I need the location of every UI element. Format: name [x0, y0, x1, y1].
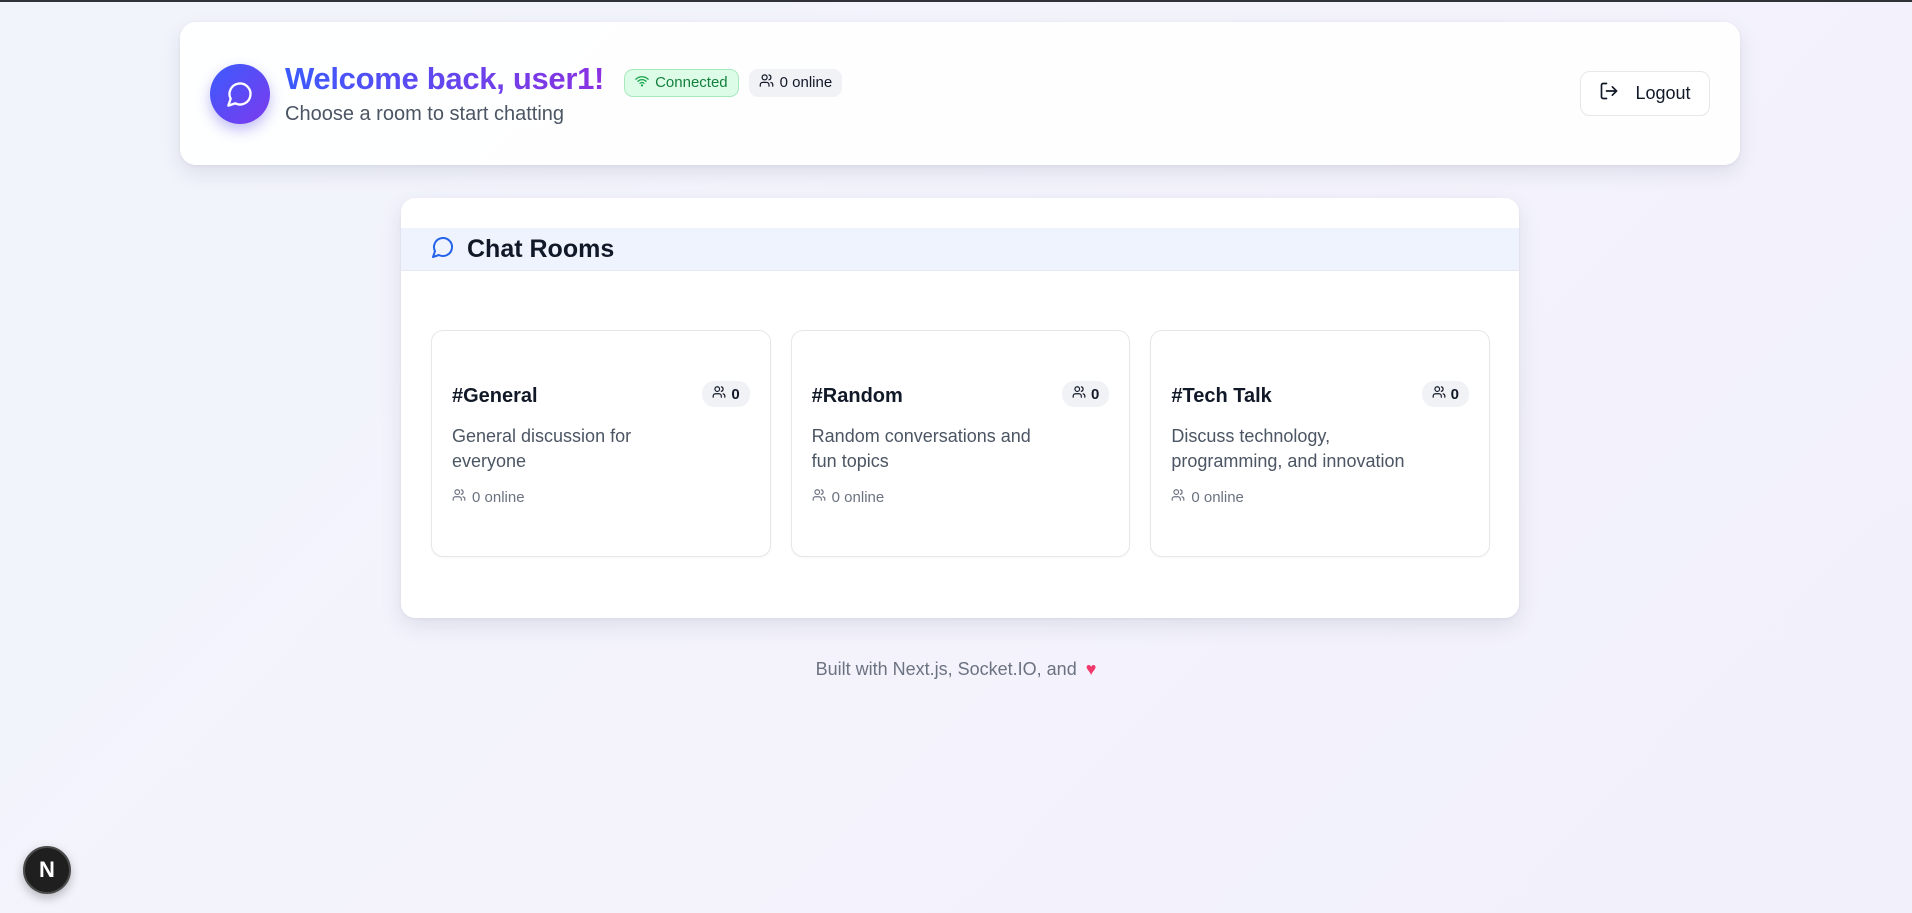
users-icon	[1171, 488, 1185, 506]
room-member-count: 0	[702, 381, 750, 407]
logout-button[interactable]: Logout	[1580, 71, 1710, 116]
users-icon	[712, 385, 726, 403]
app-header: Welcome back, user1! Choose a room to st…	[180, 22, 1740, 165]
room-description: Random conversations and fun topics	[811, 426, 1031, 471]
users-icon	[452, 488, 466, 506]
status-badges: Connected 0 online	[624, 68, 843, 97]
room-description: Discuss technology, programming, and inn…	[1171, 426, 1405, 471]
room-card-tech-talk[interactable]: #Tech Talk 0 Discuss technology, program…	[1150, 330, 1491, 557]
header-titles: Welcome back, user1! Choose a room to st…	[285, 61, 604, 126]
room-online-status: 0 online	[452, 488, 525, 506]
welcome-title: Welcome back, user1!	[285, 61, 605, 96]
room-name: #Tech Talk	[1171, 385, 1272, 407]
chat-bubble-icon	[210, 63, 270, 124]
room-member-count: 0	[1062, 381, 1110, 407]
online-count-badge: 0 online	[748, 68, 843, 97]
users-icon	[1432, 385, 1446, 403]
room-online-label: 0 online	[831, 488, 885, 506]
nextjs-logo-icon: N	[39, 857, 55, 882]
users-icon	[1072, 385, 1086, 403]
room-count-value: 0	[1091, 385, 1100, 403]
chat-rooms-header: Chat Rooms	[401, 228, 1519, 271]
connection-status-badge: Connected	[624, 68, 739, 97]
users-icon	[812, 488, 826, 506]
room-name: #Random	[811, 385, 903, 407]
room-count-value: 0	[731, 385, 740, 403]
chat-bubble-icon	[431, 235, 455, 264]
nextjs-dev-indicator[interactable]: N	[23, 846, 71, 894]
footer-text: Built with Next.js, Socket.IO, and	[815, 659, 1077, 679]
room-online-label: 0 online	[472, 488, 525, 506]
page-footer: Built with Next.js, Socket.IO, and ♥	[0, 659, 1912, 680]
room-description: General discussion for everyone	[452, 426, 632, 471]
wifi-icon	[635, 74, 649, 92]
room-card-general[interactable]: #General 0 General discussion for everyo…	[431, 330, 771, 557]
online-count-label: 0 online	[779, 74, 833, 91]
room-card-random[interactable]: #Random 0 Random conversations and fun t…	[790, 330, 1131, 557]
room-online-status: 0 online	[812, 488, 885, 506]
welcome-subtitle: Choose a room to start chatting	[285, 103, 565, 125]
room-member-count: 0	[1421, 381, 1470, 407]
logout-label: Logout	[1635, 83, 1691, 103]
chat-rooms-title: Chat Rooms	[467, 234, 615, 263]
room-online-status: 0 online	[1171, 488, 1244, 506]
room-count-value: 0	[1450, 385, 1460, 403]
users-icon	[759, 73, 774, 92]
log-out-icon	[1599, 81, 1619, 106]
heart-icon: ♥	[1085, 659, 1097, 679]
room-name: #General	[452, 385, 538, 407]
chat-rooms-panel: Chat Rooms #General 0 General discussion…	[401, 198, 1519, 618]
connection-status-label: Connected	[655, 74, 728, 91]
room-grid: #General 0 General discussion for everyo…	[431, 330, 1491, 557]
room-online-label: 0 online	[1191, 488, 1244, 506]
